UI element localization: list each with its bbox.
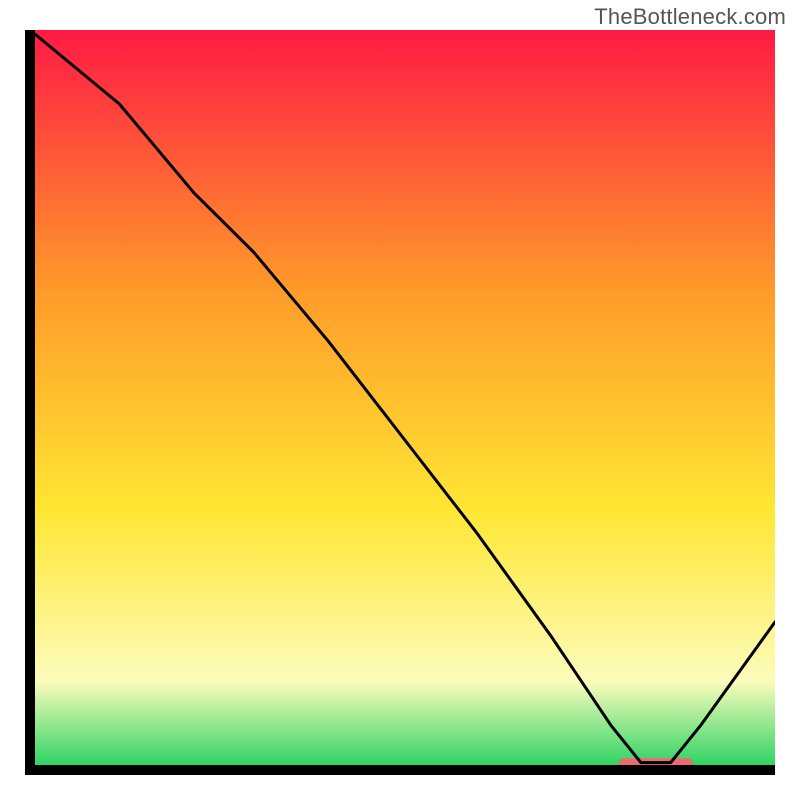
chart-root: TheBottleneck.com bbox=[0, 0, 800, 800]
gradient-background bbox=[30, 30, 775, 770]
chart-plot bbox=[25, 30, 775, 775]
watermark-text: TheBottleneck.com bbox=[594, 4, 786, 30]
chart-svg bbox=[25, 30, 775, 775]
